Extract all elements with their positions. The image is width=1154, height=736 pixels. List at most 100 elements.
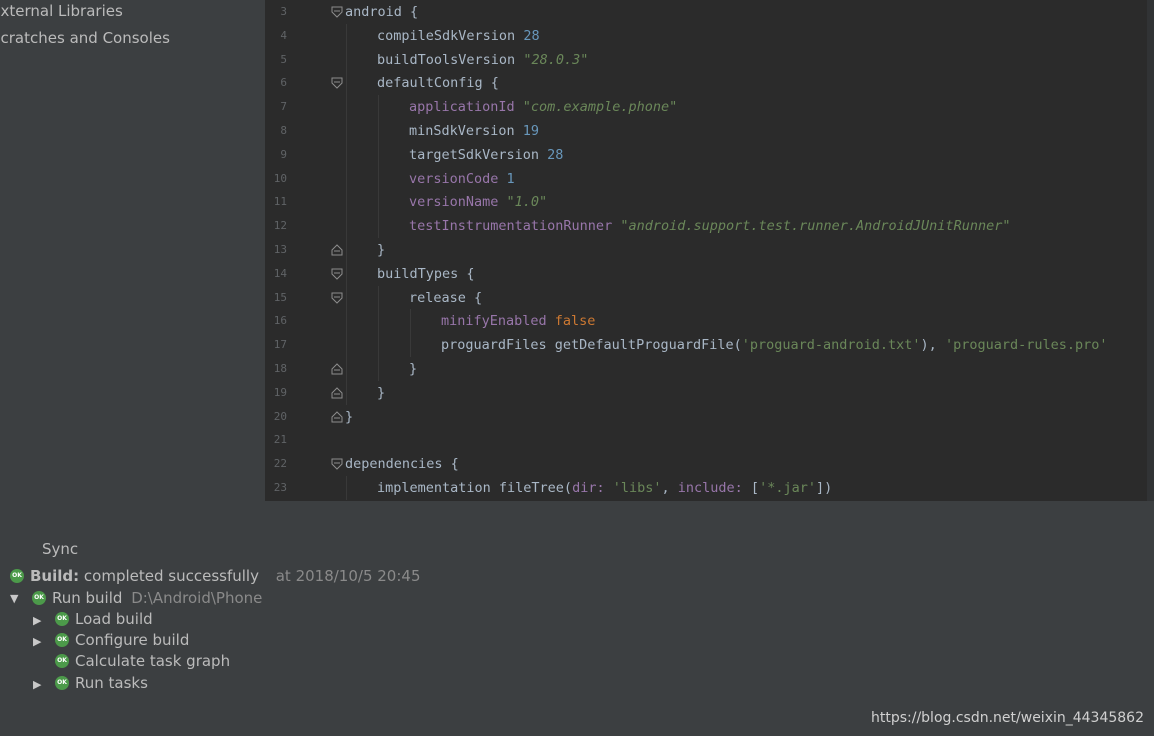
code-editor[interactable]: 3 android {4 compileSdkVersion 28 5 buildToo… xyxy=(265,0,1147,501)
code-token: proguardFiles getDefaultProguardFile( xyxy=(441,337,742,354)
line-number: 21 xyxy=(273,433,287,447)
indent-guide xyxy=(346,214,347,239)
ok-icon: OK xyxy=(10,568,24,583)
code-line[interactable]: 6 defaultConfig { xyxy=(265,71,1147,96)
editor-scrollbar[interactable] xyxy=(1147,0,1154,501)
code-line[interactable]: 15 release { xyxy=(265,285,1147,310)
tree-item-configure-build[interactable]: OK Configure build xyxy=(55,630,189,651)
sidebar-item-label: Scratches and Consoles xyxy=(0,29,170,47)
chevron-right-icon[interactable]: ▶ xyxy=(33,678,41,691)
code-line[interactable]: 11 versionName "1.0" xyxy=(265,190,1147,215)
code-token: false xyxy=(554,313,596,330)
fold-close-icon[interactable] xyxy=(330,386,344,400)
code-line[interactable]: 20} xyxy=(265,405,1147,429)
line-number: 15 xyxy=(273,290,287,304)
fold-close-icon[interactable] xyxy=(330,243,344,257)
code-text: } xyxy=(377,381,385,405)
code-line[interactable]: 10 versionCode 1 xyxy=(265,166,1147,191)
code-token: ]) xyxy=(815,480,833,496)
indent-guide xyxy=(346,71,347,96)
build-status-time: at 2018/10/5 20:45 xyxy=(275,567,421,585)
code-line[interactable]: 19} xyxy=(265,380,1147,405)
indent-guide xyxy=(378,309,379,334)
code-line[interactable]: 3 android { xyxy=(265,0,1147,24)
code-line[interactable]: 8 minSdkVersion 19 xyxy=(265,119,1147,143)
code-line[interactable]: 9 targetSdkVersion 28 xyxy=(265,142,1147,167)
chevron-right-icon[interactable]: ▶ xyxy=(33,614,41,627)
code-token: defaultConfig { xyxy=(377,75,499,92)
fold-open-icon[interactable] xyxy=(330,291,344,305)
code-line[interactable]: 7 applicationId "com.example.phone" xyxy=(265,95,1147,120)
line-number: 22 xyxy=(273,457,287,471)
code-token: } xyxy=(377,384,386,401)
code-line[interactable]: 22 dependencies { xyxy=(265,452,1147,476)
code-token: release { xyxy=(409,289,483,306)
code-line[interactable]: 5 buildToolsVersion "28.0.3" xyxy=(265,47,1147,72)
code-text: proguardFiles getDefaultProguardFile('pr… xyxy=(441,333,1108,357)
code-token: dir: xyxy=(572,480,613,496)
code-line[interactable]: 12 testInstrumentationRunner "android.sup… xyxy=(265,214,1147,239)
indent-guide xyxy=(346,238,347,262)
indent-guide xyxy=(378,357,379,381)
tree-item-run-tasks[interactable]: OK Run tasks xyxy=(55,673,148,694)
code-token: 28 xyxy=(547,146,564,163)
chevron-down-icon[interactable]: ▼ xyxy=(10,592,18,605)
code-text: } xyxy=(345,405,353,429)
code-token: "com.example.phone" xyxy=(522,99,678,116)
code-token: targetSdkVersion xyxy=(409,146,548,163)
line-number: 12 xyxy=(273,219,287,233)
line-number: 17 xyxy=(273,338,287,352)
code-token: [ xyxy=(750,480,760,496)
code-line[interactable]: 17 proguardFiles getDefaultProguardFile('… xyxy=(265,333,1147,358)
code-text: versionName "1.0" xyxy=(409,190,547,214)
code-token: dependencies { xyxy=(345,456,459,473)
indent-guide xyxy=(346,476,347,500)
line-number: 19 xyxy=(273,385,287,399)
code-token: buildTypes { xyxy=(377,265,475,282)
code-token: minifyEnabled xyxy=(441,313,555,330)
tab-sync[interactable]: Sync xyxy=(12,532,1154,565)
fold-open-icon[interactable] xyxy=(330,76,344,90)
tree-item-calculate-task-graph[interactable]: OK Calculate task graph xyxy=(55,651,230,672)
code-text: buildTypes { xyxy=(377,262,475,286)
code-text: targetSdkVersion 28 xyxy=(409,143,563,167)
code-line[interactable]: 23 implementation fileTree(dir: 'libs', i… xyxy=(265,476,1147,500)
fold-close-icon[interactable] xyxy=(330,362,344,376)
line-number: 13 xyxy=(273,243,287,256)
indent-guide xyxy=(378,214,379,239)
indent-guide xyxy=(346,357,347,381)
fold-open-icon[interactable] xyxy=(330,457,344,471)
code-text: } xyxy=(377,238,385,262)
fold-open-icon[interactable] xyxy=(330,267,344,281)
fold-close-icon[interactable] xyxy=(330,410,344,424)
indent-guide xyxy=(378,95,379,120)
code-token: 19 xyxy=(522,123,540,139)
code-line[interactable]: 13} xyxy=(265,238,1147,262)
line-number: 9 xyxy=(280,147,287,161)
chevron-right-icon[interactable]: ▶ xyxy=(33,635,41,648)
sidebar-item-external-libraries[interactable]: External Libraries xyxy=(0,0,132,22)
build-status-row[interactable]: OK Build: completed successfully at 2018/… xyxy=(10,566,420,587)
sidebar-item-scratches[interactable]: Scratches and Consoles xyxy=(0,27,179,49)
code-line[interactable]: 14 buildTypes { xyxy=(265,261,1147,286)
code-line[interactable]: 18} xyxy=(265,357,1147,381)
build-panel-stripe xyxy=(0,532,12,565)
fold-open-icon[interactable] xyxy=(330,5,344,19)
code-token: '*.jar' xyxy=(759,480,816,496)
code-line[interactable]: 21 xyxy=(265,428,1147,452)
tree-item-label: Configure build xyxy=(75,631,190,649)
editor-bottom-gap xyxy=(265,501,1154,532)
code-token: } xyxy=(345,408,354,425)
code-line[interactable]: 16 minifyEnabled false xyxy=(265,309,1147,334)
indent-guide xyxy=(378,166,379,191)
line-number: 10 xyxy=(273,171,287,185)
code-token: 1 xyxy=(506,170,515,187)
code-token: buildToolsVersion xyxy=(377,51,524,68)
ok-icon: OK xyxy=(32,590,46,605)
code-line[interactable]: 4 compileSdkVersion 28 xyxy=(265,23,1147,48)
run-build-row[interactable]: OK Run build D:\Android\Phone xyxy=(32,588,262,609)
line-number: 7 xyxy=(280,100,287,114)
tree-item-load-build[interactable]: OK Load build xyxy=(55,609,153,630)
code-text: dependencies { xyxy=(345,452,459,476)
code-token: } xyxy=(377,242,386,258)
